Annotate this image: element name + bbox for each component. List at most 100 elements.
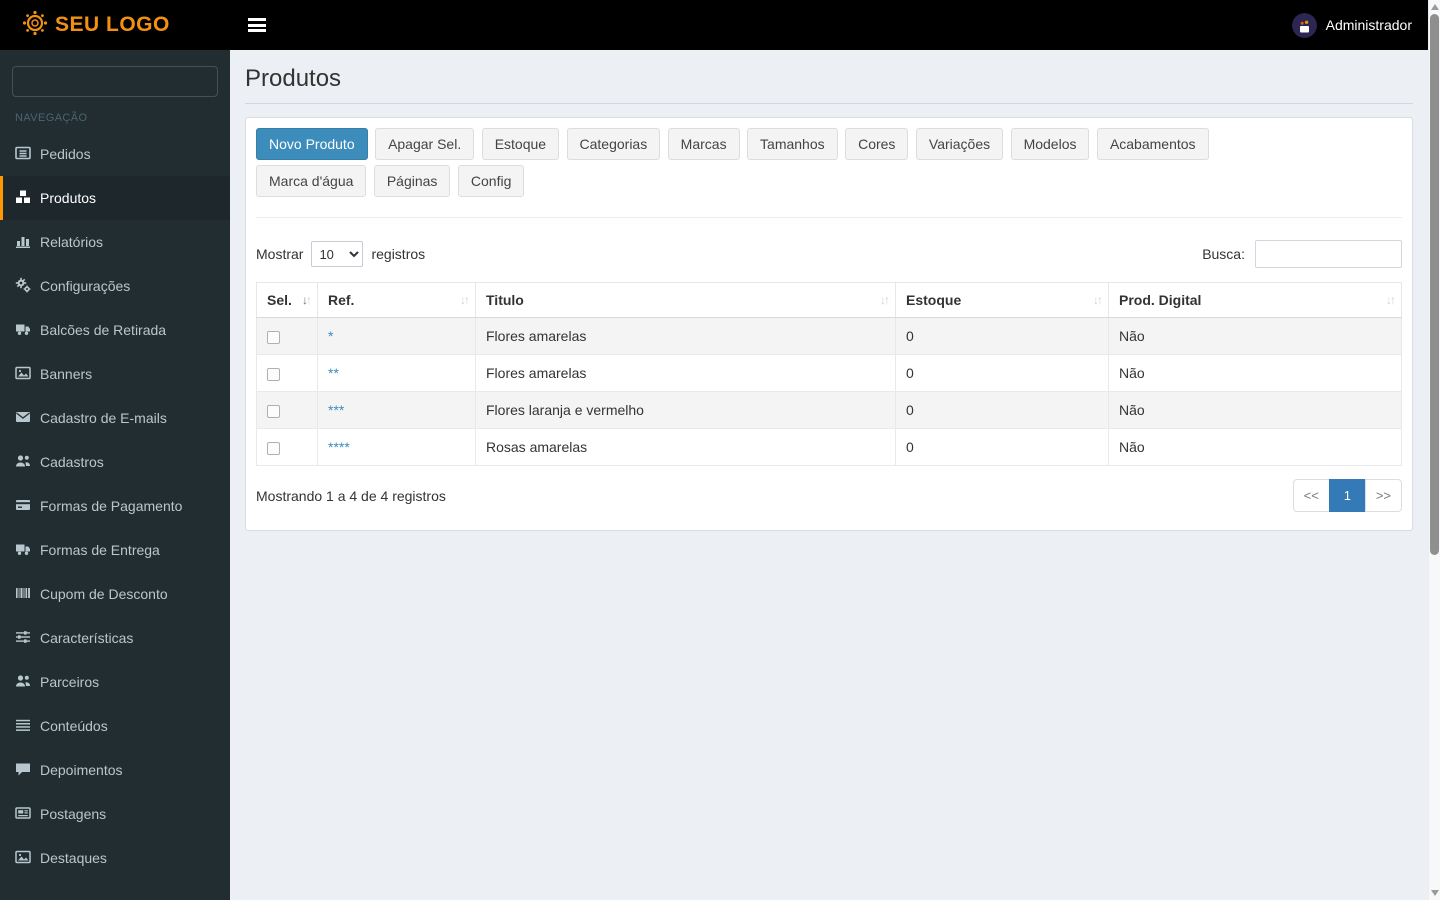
page-length-select[interactable]: 10: [311, 241, 364, 267]
partners-users-icon: [15, 673, 31, 692]
banners-image-icon: [15, 365, 31, 384]
products-panel: Novo Produto Apagar Sel. Estoque Categor…: [245, 117, 1413, 531]
toolbar-divider: [256, 217, 1402, 218]
sidebar-item-caracteristicas[interactable]: Características: [0, 616, 230, 660]
products-table: Sel. ↓↑ Ref. ↓↑ Titulo ↓↑ Estoque ↓↑ Pro…: [256, 282, 1402, 466]
row-checkbox[interactable]: [267, 367, 280, 381]
colors-button[interactable]: Cores: [845, 128, 909, 160]
sort-icon: ↓↑: [1386, 293, 1396, 307]
sidebar-item-depoimentos[interactable]: Depoimentos: [0, 748, 230, 792]
table-search-input[interactable]: [1255, 240, 1402, 268]
highlights-image-icon: [15, 849, 31, 868]
column-header-estoque[interactable]: Estoque ↓↑: [895, 282, 1109, 318]
toolbar-row-1: Novo Produto Apagar Sel. Estoque Categor…: [256, 128, 1402, 165]
table-search-control: Busca:: [1202, 240, 1402, 268]
reports-bar-chart-icon: [15, 233, 31, 252]
models-button[interactable]: Modelos: [1010, 128, 1090, 160]
top-navbar: SEU LOGO Administrador: [0, 0, 1440, 50]
logo-sun-gear-icon: [22, 10, 48, 41]
watermark-button[interactable]: Marca d'água: [256, 165, 367, 197]
payment-credit-card-icon: [15, 497, 31, 516]
finishes-button[interactable]: Acabamentos: [1096, 128, 1209, 160]
posts-newspaper-icon: [15, 805, 31, 824]
sidebar-section-label: NAVEGAÇÃO: [15, 112, 88, 124]
scrollbar-down-arrow-icon[interactable]: [1431, 890, 1439, 896]
delete-selected-button[interactable]: Apagar Sel.: [375, 128, 475, 160]
sizes-button[interactable]: Tamanhos: [747, 128, 838, 160]
page-title: Produtos: [245, 65, 342, 92]
sidebar-item-formas-de-pagamento[interactable]: Formas de Pagamento: [0, 484, 230, 528]
page-length-control: Mostrar 10 registros: [256, 241, 425, 267]
stock-button[interactable]: Estoque: [481, 128, 560, 160]
new-product-button[interactable]: Novo Produto: [256, 128, 368, 160]
settings-gears-icon: [15, 277, 31, 296]
orders-icon: [15, 145, 31, 164]
column-header-titulo[interactable]: Titulo ↓↑: [475, 282, 896, 318]
sidebar: NAVEGAÇÃO Pedidos Produtos Relatórios Co…: [0, 50, 230, 900]
scrollbar-thumb[interactable]: [1430, 14, 1439, 555]
ref-link[interactable]: ****: [328, 439, 350, 455]
main-content: Produtos Novo Produto Apagar Sel. Estoqu…: [230, 50, 1428, 900]
sidebar-item-conteudos[interactable]: Conteúdos: [0, 704, 230, 748]
sidebar-item-relatorios[interactable]: Relatórios: [0, 220, 230, 264]
ref-link[interactable]: *: [328, 328, 333, 344]
menu-toggle-icon[interactable]: [244, 10, 270, 41]
sort-icon: ↓↑: [302, 293, 312, 307]
column-header-prod-digital[interactable]: Prod. Digital ↓↑: [1108, 282, 1402, 318]
sidebar-item-cupom-de-desconto[interactable]: Cupom de Desconto: [0, 572, 230, 616]
table-row: *** Flores laranja e vermelho 0 Não: [256, 391, 1402, 429]
user-name: Administrador: [1325, 17, 1412, 33]
delivery-truck-icon: [15, 541, 31, 560]
testimonials-comment-icon: [15, 761, 31, 780]
scrollbar-up-arrow-icon[interactable]: [1431, 4, 1439, 10]
sidebar-item-postagens[interactable]: Postagens: [0, 792, 230, 836]
sidebar-item-cadastro-de-emails[interactable]: Cadastro de E-mails: [0, 396, 230, 440]
pagination-prev-button[interactable]: <<: [1292, 479, 1330, 512]
pages-button[interactable]: Páginas: [373, 165, 451, 197]
sort-icon: ↓↑: [1093, 293, 1103, 307]
table-row: **** Rosas amarelas 0 Não: [256, 428, 1402, 466]
table-row: ** Flores amarelas 0 Não: [256, 354, 1402, 392]
window-scrollbar[interactable]: [1428, 0, 1440, 900]
sort-icon: ↓↑: [460, 293, 470, 307]
sidebar-item-balcoes-de-retirada[interactable]: Balcões de Retirada: [0, 308, 230, 352]
features-sliders-icon: [15, 629, 31, 648]
config-button[interactable]: Config: [457, 165, 525, 197]
ref-link[interactable]: ***: [328, 402, 344, 418]
sidebar-item-cadastros[interactable]: Cadastros: [0, 440, 230, 484]
user-avatar: [1291, 12, 1317, 38]
column-header-sel[interactable]: Sel. ↓↑: [256, 282, 318, 318]
logo-text: SEU LOGO: [55, 13, 170, 36]
pagination-next-button[interactable]: >>: [1364, 479, 1402, 512]
column-header-ref[interactable]: Ref. ↓↑: [317, 282, 476, 318]
email-envelope-icon: [15, 409, 31, 428]
coupon-barcode-icon: [15, 585, 31, 604]
app-logo[interactable]: SEU LOGO: [0, 0, 230, 50]
table-info-text: Mostrando 1 a 4 de 4 registros: [256, 487, 446, 504]
row-checkbox[interactable]: [267, 330, 280, 344]
products-cubes-icon: [15, 189, 31, 208]
sidebar-search-input[interactable]: [12, 66, 218, 97]
row-checkbox[interactable]: [267, 441, 280, 455]
sidebar-item-destaques[interactable]: Destaques: [0, 836, 230, 880]
pagination-page-1-button[interactable]: 1: [1328, 479, 1366, 512]
user-menu[interactable]: Administrador: [1291, 12, 1412, 38]
sidebar-item-configuracoes[interactable]: Configurações: [0, 264, 230, 308]
pickup-truck-icon: [15, 321, 31, 340]
sidebar-item-produtos[interactable]: Produtos: [0, 176, 230, 220]
sidebar-item-formas-de-entrega[interactable]: Formas de Entrega: [0, 528, 230, 572]
sidebar-item-parceiros[interactable]: Parceiros: [0, 660, 230, 704]
row-checkbox[interactable]: [267, 404, 280, 418]
brands-button[interactable]: Marcas: [667, 128, 740, 160]
table-row: * Flores amarelas 0 Não: [256, 317, 1402, 355]
categories-button[interactable]: Categorias: [566, 128, 661, 160]
pagination: << 1 >>: [1292, 479, 1402, 512]
toolbar-row-2: Marca d'água Páginas Config: [256, 165, 1402, 202]
search-label: Busca:: [1202, 246, 1245, 262]
registrations-users-icon: [15, 453, 31, 472]
variations-button[interactable]: Variações: [915, 128, 1004, 160]
sidebar-item-banners[interactable]: Banners: [0, 352, 230, 396]
ref-link[interactable]: **: [328, 365, 339, 381]
contents-list-icon: [15, 717, 31, 736]
sidebar-item-pedidos[interactable]: Pedidos: [0, 132, 230, 176]
